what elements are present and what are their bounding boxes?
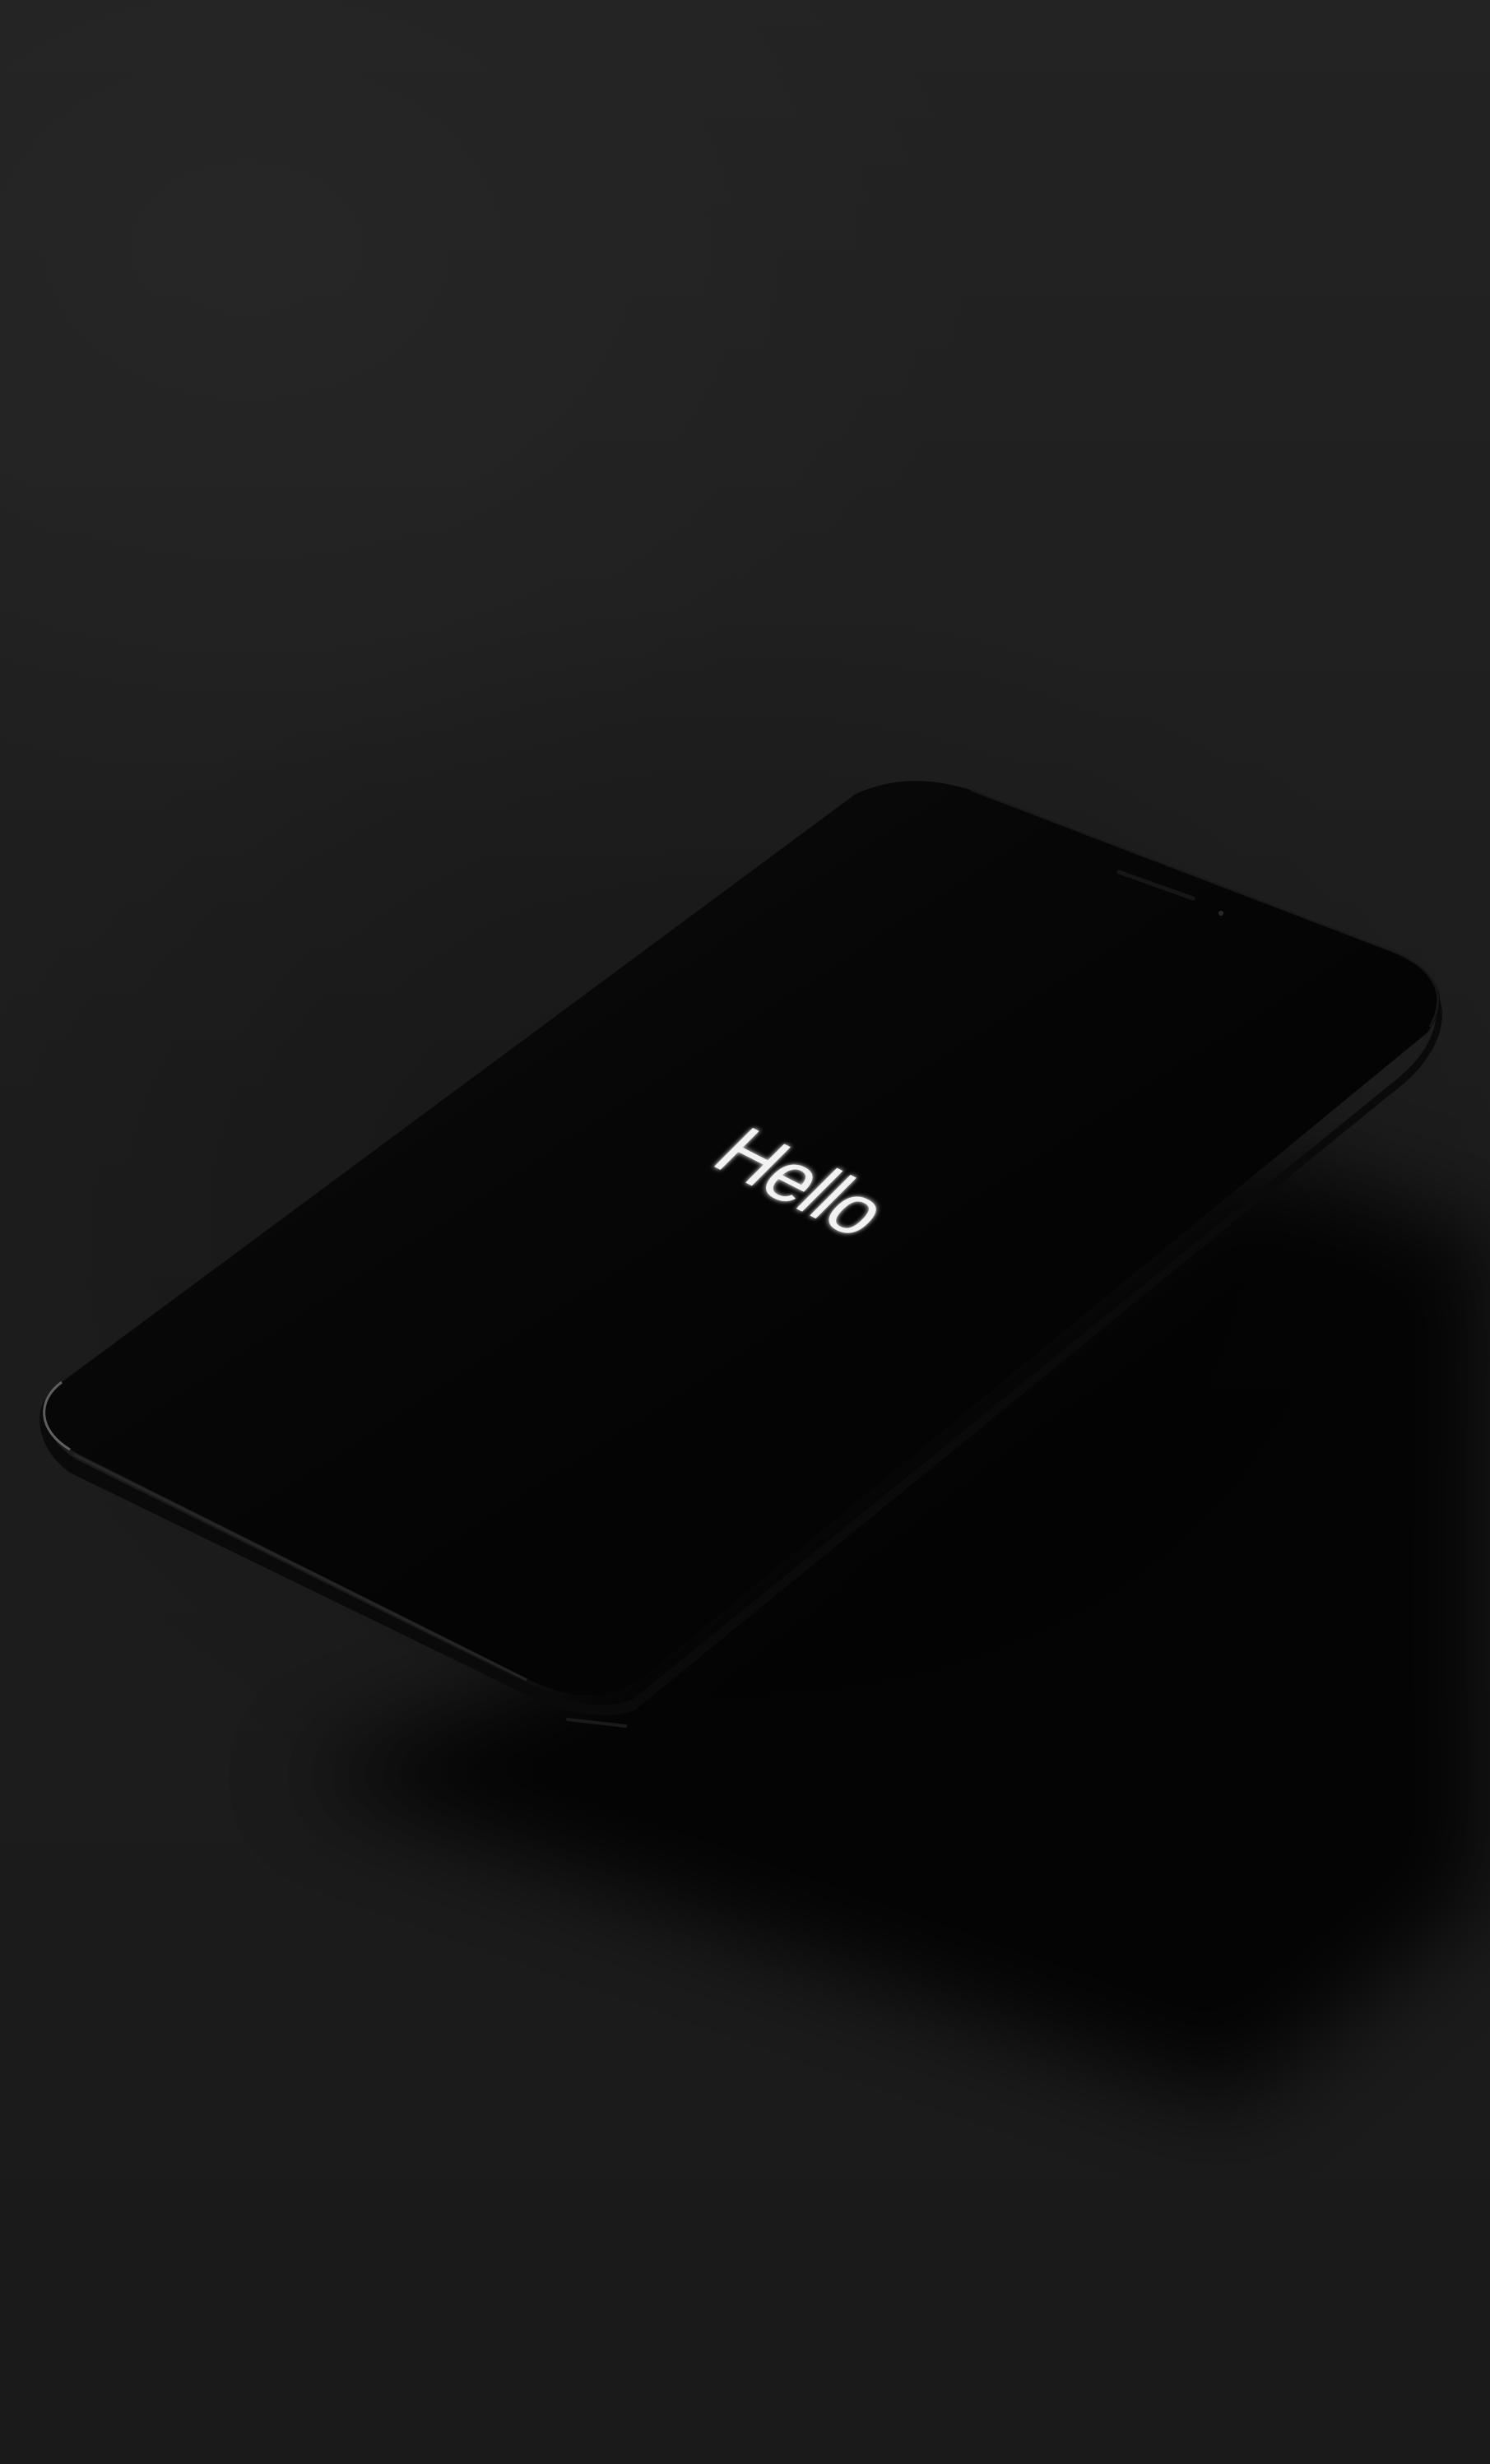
- front-camera: [1218, 911, 1223, 916]
- phone-photo: Hello: [39, 781, 1490, 2106]
- photo-scene: Hello: [0, 0, 1490, 2464]
